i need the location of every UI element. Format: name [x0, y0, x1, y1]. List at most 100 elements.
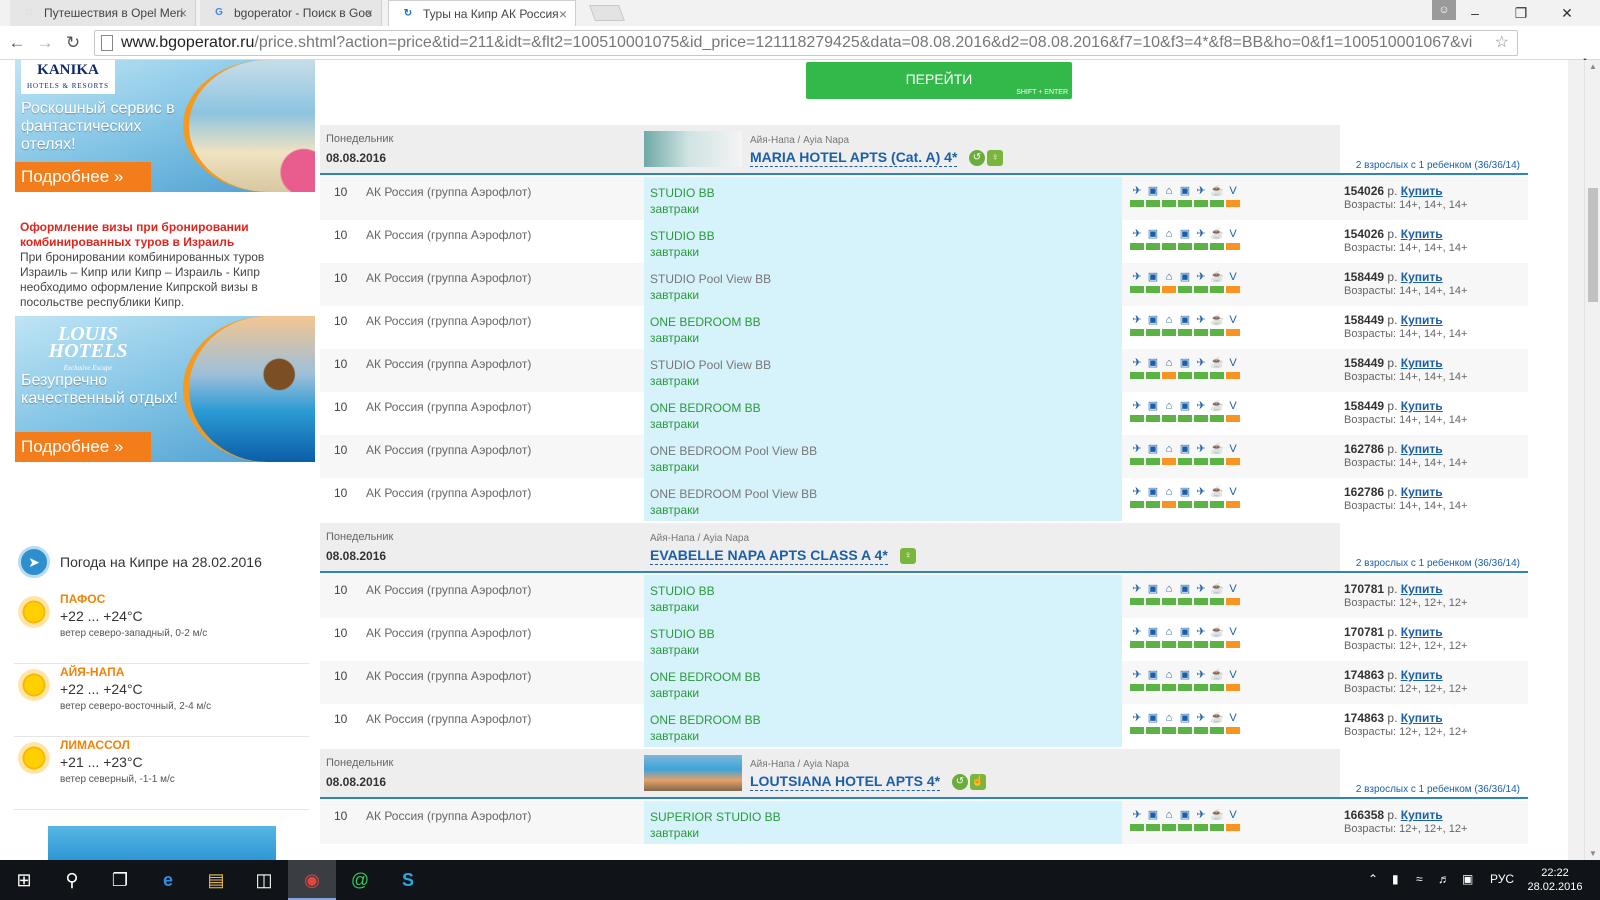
hotel-name[interactable]: EVABELLE NAPA APTS CLASS A 4* [650, 547, 888, 565]
room-cell: SUPERIOR STUDIO BB завтраки [644, 801, 1122, 844]
price-value: 154026 [1344, 184, 1385, 198]
buy-link[interactable]: Купить [1401, 399, 1443, 413]
louis-more-button[interactable]: Подробнее » [15, 432, 151, 462]
buy-link[interactable]: Купить [1401, 668, 1443, 682]
plane-icon: ✈ [1196, 443, 1206, 455]
status-bar [1178, 243, 1192, 250]
minimize-icon[interactable]: – [1452, 0, 1498, 26]
hotel-name[interactable]: LOUTSIANA HOTEL APTS 4* [750, 773, 941, 791]
reload-icon[interactable]: ↻ [62, 32, 84, 54]
hotel-icon: ⌂ [1165, 583, 1173, 595]
guests-summary: 2 взрослых с 1 ребенком (36/36/14) [1355, 784, 1520, 795]
buy-link[interactable]: Купить [1401, 582, 1443, 596]
volume-icon[interactable]: ♬ [1438, 872, 1450, 886]
hotel-name[interactable]: MARIA HOTEL APTS (Cat. A) 4* [750, 149, 958, 167]
battery-icon[interactable]: ▮ [1392, 872, 1399, 886]
browser-tab[interactable]: ↻ Туры на Кипр АК Россия × [388, 0, 576, 26]
room-type: ONE BEDROOM Pool View BB [650, 487, 818, 501]
go-button[interactable]: ПЕРЕЙТИ SHIFT + ENTER [806, 62, 1072, 99]
browser-tab[interactable]: Gbgoperator - Поиск в Goo × [200, 0, 382, 26]
input-language[interactable]: РУС [1490, 872, 1514, 886]
windows-start-icon[interactable]: ⊞ [0, 860, 48, 900]
bookmark-star-icon[interactable]: ☆ [1495, 32, 1509, 52]
price-value: 170781 [1344, 625, 1385, 639]
buy-link[interactable]: Купить [1401, 625, 1443, 639]
scroll-down-icon[interactable]: ▼ [1589, 849, 1597, 858]
notifications-icon[interactable]: ▣ [1462, 872, 1473, 886]
status-bar [1210, 329, 1224, 336]
city-name[interactable]: ПАФОС [60, 592, 105, 606]
scrollbar-thumb[interactable] [1588, 188, 1598, 302]
price-value: 174863 [1344, 711, 1385, 725]
offer-row: 10 АК Россия (группа Аэрофлот) ONE BEDROOM… [320, 478, 1528, 521]
file-explorer-icon[interactable]: ▤ [192, 860, 240, 900]
restore-icon[interactable]: ❐ [1498, 0, 1544, 26]
mail-agent-icon[interactable]: @ [336, 860, 384, 900]
hotel-icon: ⌂ [1165, 228, 1173, 240]
url-text[interactable]: www.bgoperator.ru/price.shtml?action=pri… [121, 31, 1481, 55]
visa-note-title[interactable]: Оформление визы при бронировании комбини… [20, 220, 310, 250]
price-cell: 174863 р. Купить [1344, 711, 1443, 725]
store-icon[interactable]: ◫ [240, 860, 288, 900]
buy-link[interactable]: Купить [1401, 485, 1443, 499]
louis-hotels-banner[interactable]: LOUIS HOTELS Exclusive Escape Безупречно … [15, 316, 315, 462]
buy-link[interactable]: Купить [1401, 184, 1443, 198]
close-tab-icon[interactable]: × [559, 1, 567, 26]
scroll-up-icon[interactable]: ▲ [1589, 62, 1597, 71]
status-bar [1178, 200, 1192, 207]
address-bar[interactable]: www.bgoperator.ru/price.shtml?action=pri… [94, 30, 1518, 56]
status-bar [1210, 598, 1224, 605]
kanika-banner[interactable]: KANIKA HOTELS & RESORTS Роскошный сервис … [15, 60, 315, 192]
bus-icon: ▣ [1147, 185, 1159, 197]
task-view-icon[interactable]: ❐ [96, 860, 144, 900]
ages-info: Возрасты: 12+, 12+, 12+ [1344, 597, 1468, 609]
buy-link[interactable]: Купить [1401, 808, 1443, 822]
status-bar [1210, 684, 1224, 691]
forward-icon[interactable]: → [34, 32, 56, 54]
weekday: Понедельник [326, 531, 394, 543]
new-tab-button[interactable] [589, 5, 625, 21]
ages-info: Возрасты: 14+, 14+, 14+ [1344, 371, 1468, 383]
offer-row: 10 АК Россия (группа Аэрофлот) STUDIO Pool… [320, 349, 1528, 392]
room-cell: ONE BEDROOM BB завтраки [644, 306, 1122, 349]
wifi-icon[interactable]: ≈ [1416, 872, 1423, 886]
edge-icon[interactable]: e [144, 860, 192, 900]
hotel-photo[interactable] [644, 131, 742, 167]
browser-tab[interactable]: □ Путешествия в Opel Meri × [10, 0, 196, 26]
system-clock[interactable]: 22:22 28.02.2016 [1520, 866, 1590, 894]
page-scrollbar[interactable]: ▲ ▼ [1584, 60, 1600, 860]
status-bar [1210, 458, 1224, 465]
buy-link[interactable]: Купить [1401, 442, 1443, 456]
city-name[interactable]: АЙЯ-НАПА [60, 665, 124, 679]
skype-icon[interactable]: S [384, 860, 432, 900]
status-bar [1146, 329, 1160, 336]
close-tab-icon[interactable]: × [179, 0, 187, 26]
bottom-banner[interactable] [48, 826, 276, 860]
close-tab-icon[interactable]: × [365, 0, 373, 26]
chrome-icon[interactable]: ◉ [288, 860, 336, 900]
status-bar [1178, 415, 1192, 422]
kanika-more-button[interactable]: Подробнее » [15, 162, 151, 192]
buy-link[interactable]: Купить [1401, 270, 1443, 284]
meal-plan: завтраки [650, 643, 700, 657]
status-bar [1226, 824, 1240, 831]
close-window-icon[interactable]: ✕ [1544, 0, 1590, 26]
room-type: ONE BEDROOM BB [650, 670, 761, 684]
search-icon[interactable]: ⚲ [48, 860, 96, 900]
service-status: ✈ ▣ ⌂ ▣ ✈ ☕ V [1126, 357, 1240, 381]
city-name[interactable]: ЛИМАССОЛ [60, 738, 130, 752]
tray-chevron-icon[interactable]: ⌃ [1368, 872, 1378, 886]
back-icon[interactable]: ← [6, 32, 28, 54]
visa-icon: V [1229, 443, 1237, 455]
buy-link[interactable]: Купить [1401, 356, 1443, 370]
bus-icon: ▣ [1147, 583, 1159, 595]
status-bar [1210, 415, 1224, 422]
cocktail-icon: ☕ [1210, 443, 1224, 455]
buy-link[interactable]: Купить [1401, 313, 1443, 327]
bus-icon: ▣ [1147, 314, 1159, 326]
visa-note-text: При бронировании комбинированных туров И… [20, 250, 265, 309]
service-status: ✈ ▣ ⌂ ▣ ✈ ☕ V [1126, 400, 1240, 424]
buy-link[interactable]: Купить [1401, 227, 1443, 241]
hotel-photo[interactable] [644, 755, 742, 791]
buy-link[interactable]: Купить [1401, 711, 1443, 725]
